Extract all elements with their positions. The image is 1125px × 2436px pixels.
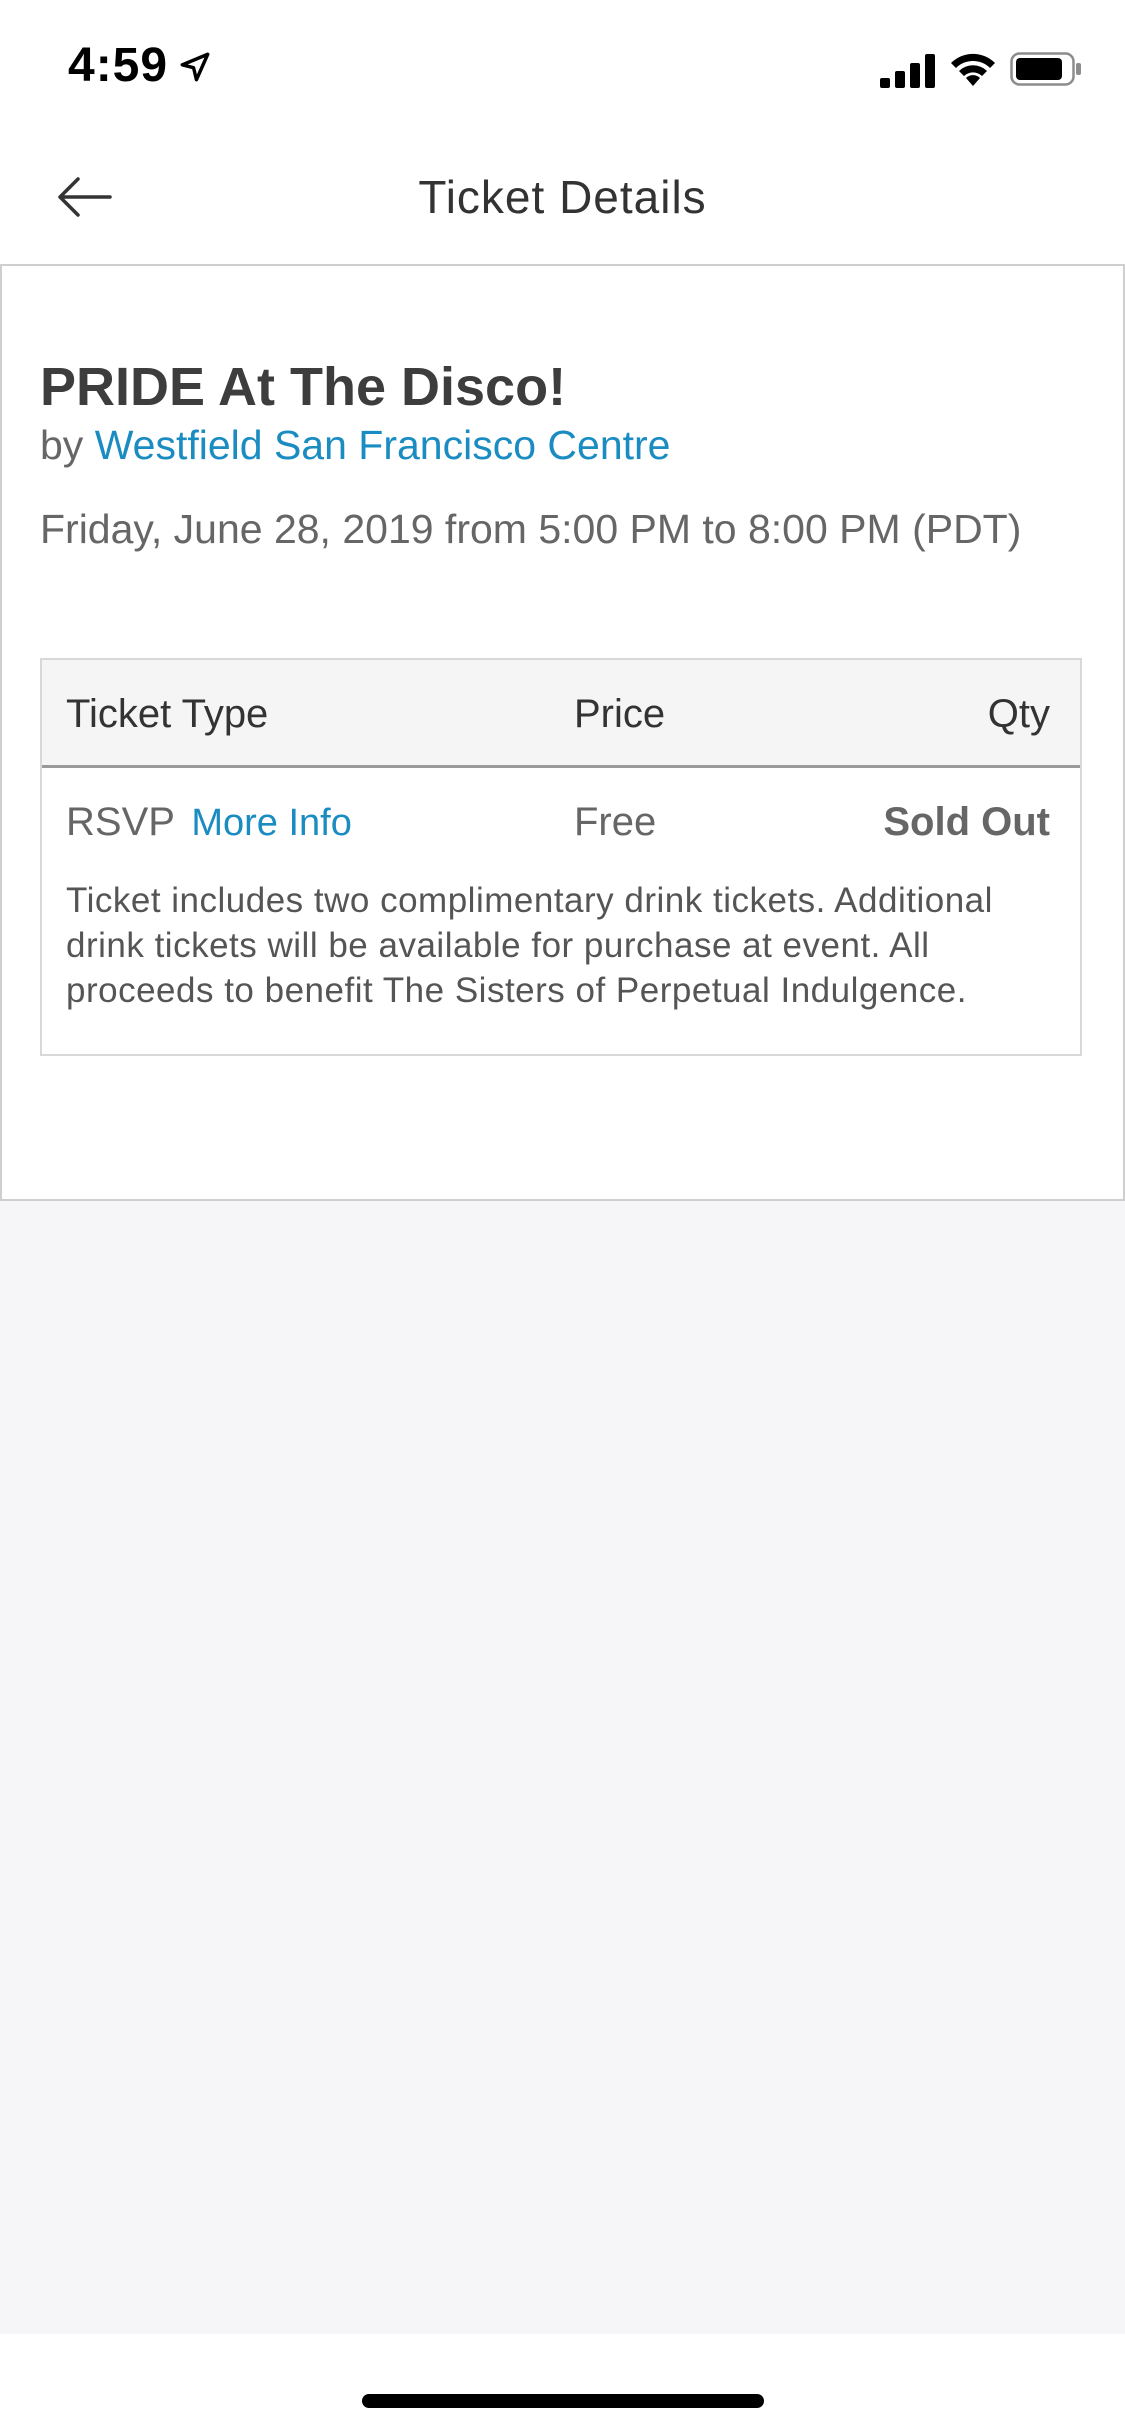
header-ticket-type: Ticket Type — [66, 692, 269, 736]
location-arrow-icon — [180, 52, 210, 82]
wifi-icon — [951, 53, 995, 86]
event-title: PRIDE At The Disco! — [40, 357, 567, 417]
home-indicator-area — [0, 2334, 1125, 2436]
ticket-qty-status: Sold Out — [883, 800, 1050, 844]
ticket-price: Free — [574, 800, 657, 844]
page-title: Ticket Details — [418, 171, 707, 223]
event-date: Friday, June 28, 2019 from 5:00 PM to 8:… — [40, 506, 1022, 552]
table-header: Ticket Type Price Qty — [42, 660, 1080, 768]
status-time: 4:59 — [68, 39, 169, 92]
ticket-table: Ticket Type Price Qty RSVP More Info Fre… — [40, 658, 1082, 1056]
battery-icon — [1010, 52, 1081, 86]
ticket-details-card: PRIDE At The Disco! by Westfield San Fra… — [0, 264, 1125, 1201]
cellular-signal-icon — [880, 54, 935, 88]
header-price: Price — [574, 692, 666, 736]
home-indicator[interactable] — [362, 2394, 764, 2408]
more-info-link[interactable]: More Info — [191, 802, 352, 844]
ticket-description: Ticket includes two complimentary drink … — [66, 881, 993, 1010]
navigation-bar: Ticket Details — [0, 132, 1125, 264]
status-bar: 4:59 — [0, 0, 1125, 132]
header-qty: Qty — [987, 692, 1050, 736]
event-organizer-line: by Westfield San Francisco Centre — [40, 422, 670, 469]
ticket-type-cell: RSVP More Info — [66, 800, 352, 845]
ticket-type-name: RSVP — [66, 800, 175, 844]
by-prefix: by — [40, 422, 95, 468]
organizer-link[interactable]: Westfield San Francisco Centre — [95, 422, 671, 468]
